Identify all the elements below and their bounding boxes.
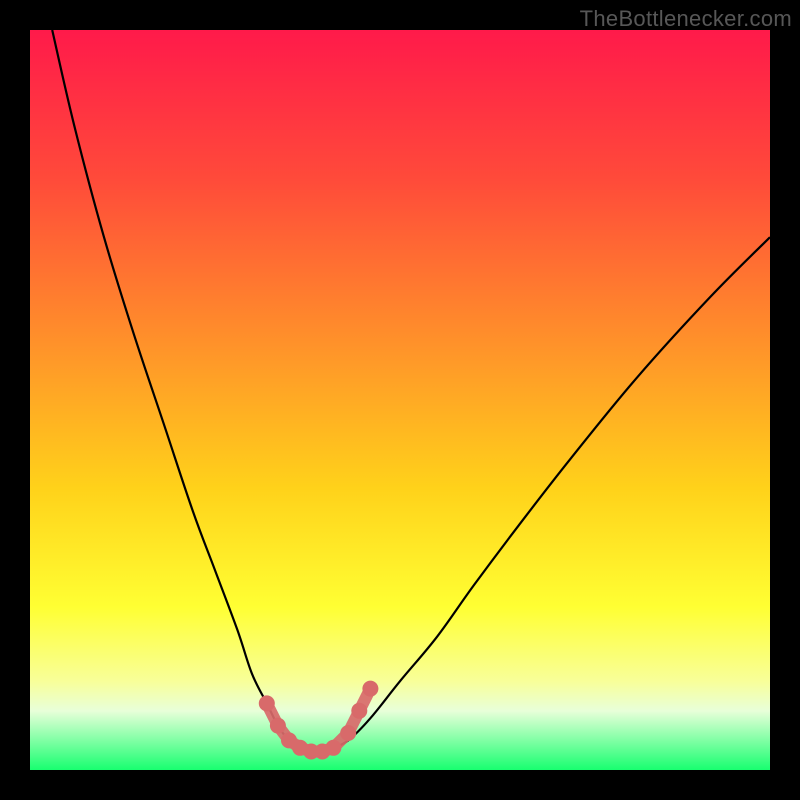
chart-frame: TheBottlenecker.com (0, 0, 800, 800)
data-marker (259, 695, 275, 711)
data-marker (325, 740, 341, 756)
data-marker (362, 681, 378, 697)
data-marker (351, 703, 367, 719)
plot-area (30, 30, 770, 770)
watermark-text: TheBottlenecker.com (580, 6, 792, 32)
bottleneck-chart (30, 30, 770, 770)
data-marker (270, 718, 286, 734)
data-marker (340, 725, 356, 741)
gradient-background (30, 30, 770, 770)
